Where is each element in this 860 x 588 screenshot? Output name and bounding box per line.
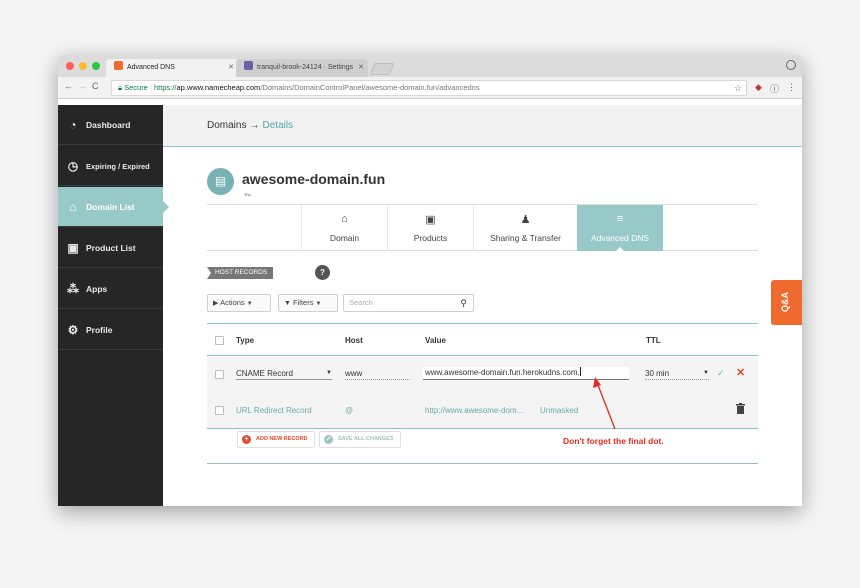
browser-toolbar: ← → C 🔒︎ Secure | https://ap.www.nameche… — [58, 77, 802, 99]
sidebar: ◔ Dashboard ◷ Expiring / Expired ⌂ Domain L… — [58, 105, 169, 506]
annotation-text: Don't forget the final dot. — [563, 436, 664, 446]
zoom-window-button[interactable] — [92, 62, 100, 70]
heroku-favicon — [244, 61, 253, 70]
apps-icon: ⁂ — [67, 282, 79, 296]
home-icon: ⌂ — [69, 200, 77, 214]
minimize-window-button[interactable] — [79, 62, 87, 70]
page: ◔ Dashboard ◷ Expiring / Expired ⌂ Domain L… — [58, 105, 802, 506]
lock-icon: 🔒︎ — [118, 83, 122, 92]
new-tab-button[interactable] — [369, 63, 395, 75]
info-icon[interactable]: ⓘ — [770, 82, 779, 95]
url-host: ap.www.namecheap.com — [176, 83, 261, 92]
box-icon: ▣ — [67, 241, 79, 255]
browser-tab-bar: Advanced DNS ✕ tranquil-brook-24124 · Se… — [58, 55, 802, 77]
reload-icon[interactable]: C — [92, 81, 99, 91]
breadcrumb-separator: → — [249, 120, 260, 131]
profile-icon[interactable] — [786, 60, 796, 70]
sidebar-item-profile[interactable]: ⚙ Profile — [58, 310, 163, 350]
qa-button[interactable]: Q&A — [771, 280, 802, 325]
secure-label: Secure — [124, 83, 148, 92]
sidebar-item-domain-list[interactable]: ⌂ Domain List — [58, 187, 169, 227]
sidebar-item-product-list[interactable]: ▣ Product List — [58, 228, 163, 268]
sidebar-item-label: Apps — [86, 284, 108, 294]
forward-icon[interactable]: → — [78, 81, 87, 91]
close-tab-icon[interactable]: ✕ — [358, 59, 364, 77]
tab-title: Advanced DNS — [127, 64, 175, 71]
tab-title: tranquil-brook-24124 · Settings — [257, 64, 354, 71]
sidebar-item-label: Product List — [86, 243, 136, 253]
browser-window: Advanced DNS ✕ tranquil-brook-24124 · Se… — [58, 55, 802, 506]
sidebar-item-label: Domain List — [86, 202, 135, 212]
breadcrumb-domains[interactable]: Domains — [207, 120, 246, 131]
extension-icon[interactable]: ◆ — [755, 82, 762, 93]
close-window-button[interactable] — [66, 62, 74, 70]
url-scheme: https:// — [154, 83, 177, 92]
namecheap-favicon — [114, 61, 123, 70]
close-tab-icon[interactable]: ✕ — [228, 59, 234, 77]
page-header: Domains → Details — [163, 105, 802, 147]
sidebar-item-label: Dashboard — [86, 120, 131, 130]
bookmark-star-icon[interactable]: ☆ — [734, 81, 742, 95]
sidebar-item-label: Expiring / Expired — [86, 162, 150, 171]
gear-icon: ⚙ — [67, 323, 79, 337]
url-path: /Domains/DomainControlPanel/awesome-doma… — [260, 83, 480, 92]
gauge-icon: ◔ — [69, 118, 77, 132]
breadcrumb: Domains → Details — [207, 120, 293, 131]
sidebar-item-apps[interactable]: ⁂ Apps — [58, 269, 163, 309]
browser-tab-heroku[interactable]: tranquil-brook-24124 · Settings ✕ — [236, 59, 368, 77]
qa-label: Q&A — [780, 292, 790, 312]
timer-icon: ◷ — [67, 159, 79, 173]
browser-tab-advanced-dns[interactable]: Advanced DNS ✕ — [106, 59, 238, 77]
sidebar-item-dashboard[interactable]: ◔ Dashboard — [58, 105, 163, 145]
annotation-arrow — [593, 377, 616, 430]
address-bar[interactable]: 🔒︎ Secure | https://ap.www.namecheap.com… — [111, 80, 747, 96]
menu-icon[interactable]: ⋮ — [787, 82, 796, 93]
back-icon[interactable]: ← — [64, 81, 73, 91]
breadcrumb-current: Details — [262, 120, 294, 131]
main-content: ▤ awesome-domain.fun ♥▸ ⌂ Domain ▣ Product… — [207, 147, 758, 506]
sidebar-item-label: Profile — [86, 325, 113, 335]
sidebar-item-expiring[interactable]: ◷ Expiring / Expired — [58, 146, 163, 186]
